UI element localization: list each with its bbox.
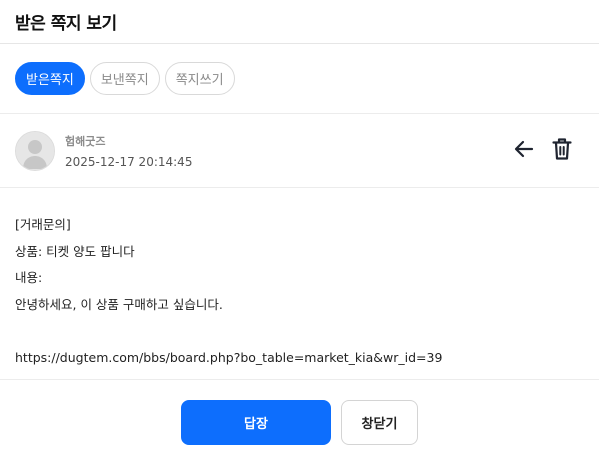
sender-name[interactable]: 험해굿즈	[65, 133, 192, 149]
delete-button[interactable]	[550, 136, 574, 162]
sender-section: 험해굿즈 2025-12-17 20:14:45	[0, 114, 599, 188]
message-line-category: [거래문의]	[15, 217, 71, 232]
message-line-body: 안녕하세요, 이 상품 구매하고 싶습니다.	[15, 296, 223, 312]
default-user-avatar-icon	[16, 131, 54, 170]
reply-button[interactable]: 답장	[181, 399, 331, 445]
sender-info: 험해굿즈 2025-12-17 20:14:45	[65, 133, 192, 169]
back-button[interactable]	[512, 136, 536, 162]
arrow-left-icon	[514, 140, 534, 158]
page-header: 받은 쪽지 보기	[0, 0, 599, 44]
message-line-blank	[15, 318, 584, 345]
tab-inbox[interactable]: 받은쪽지	[15, 62, 85, 95]
message-content: [거래문의] 상품: 티켓 양도 팝니다 내용: 안녕하세요, 이 상품 구매하…	[0, 188, 599, 380]
tab-sent[interactable]: 보낸쪽지	[89, 62, 160, 95]
tab-compose[interactable]: 쪽지쓰기	[164, 62, 235, 95]
page-title: 받은 쪽지 보기	[15, 14, 117, 34]
sent-date: 2025-12-17 20:14:45	[65, 154, 193, 169]
message-line-content-label: 내용:	[15, 270, 43, 285]
message-line-product: 상품: 티켓 양도 팝니다	[15, 243, 135, 259]
message-tabs: 받은쪽지 보낸쪽지 쪽지쓰기	[0, 44, 599, 114]
avatar	[15, 130, 55, 171]
message-actions	[512, 136, 574, 162]
footer-actions: 답장 창닫기	[0, 380, 599, 464]
trash-icon	[552, 138, 572, 160]
close-window-button[interactable]: 창닫기	[341, 399, 418, 445]
message-line-link[interactable]: https://dugtem.com/bbs/board.php?bo_tabl…	[15, 345, 584, 372]
